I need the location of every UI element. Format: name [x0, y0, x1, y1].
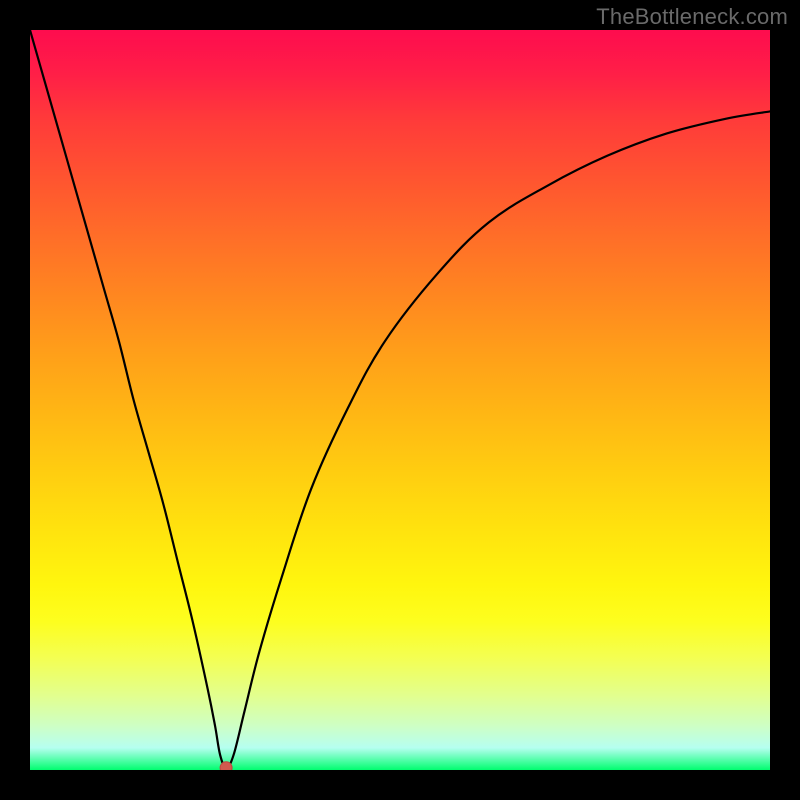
chart-frame: TheBottleneck.com [0, 0, 800, 800]
chart-svg [30, 30, 770, 770]
watermark-text: TheBottleneck.com [596, 4, 788, 30]
minimum-marker [220, 762, 232, 770]
plot-area [30, 30, 770, 770]
bottleneck-curve [30, 30, 770, 768]
